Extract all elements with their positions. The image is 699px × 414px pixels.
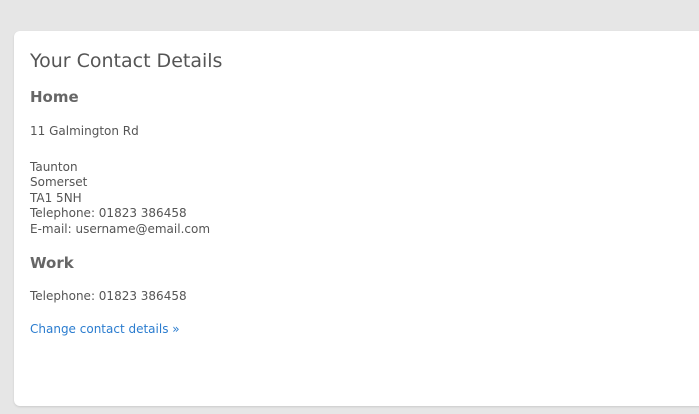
contact-details-card: Your Contact Details Home 11 Galmington …	[14, 31, 699, 406]
home-heading: Home	[30, 88, 79, 106]
home-email: E-mail: username@email.com	[30, 221, 211, 236]
change-contact-details-link[interactable]: Change contact details »	[30, 322, 180, 337]
home-address-block: Taunton Somerset TA1 5NH Telephone: 0182…	[30, 160, 698, 238]
home-county: Somerset	[30, 175, 88, 189]
home-telephone: Telephone: 01823 386458	[30, 206, 187, 220]
home-town: Taunton	[30, 159, 78, 174]
work-telephone: Telephone: 01823 386458	[30, 289, 187, 303]
home-postcode: TA1 5NH	[30, 190, 82, 205]
card-title: Your Contact Details	[30, 50, 223, 72]
work-heading: Work	[30, 254, 74, 272]
home-address-line1: 11 Galmington Rd	[30, 124, 139, 138]
